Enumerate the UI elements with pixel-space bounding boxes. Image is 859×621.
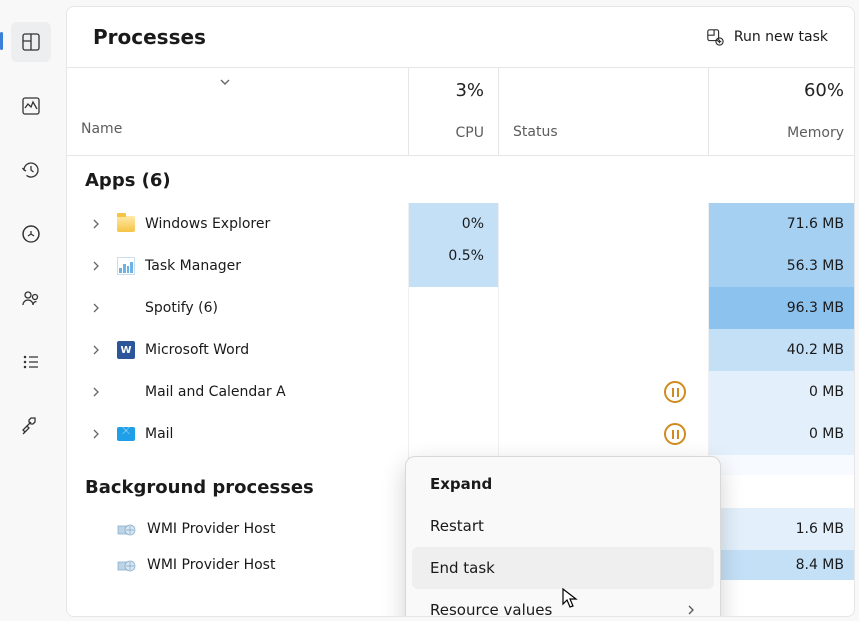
cpu-cell: 0.5% [409, 245, 499, 287]
history-icon [21, 160, 41, 180]
chevron-right-icon [687, 604, 696, 616]
memory-cell: 0 MB [709, 413, 854, 455]
run-task-icon [706, 28, 724, 46]
chevron-down-icon [219, 78, 231, 86]
process-row[interactable]: Mail and Calendar A 0 MB [67, 371, 854, 413]
process-row[interactable]: Spotify (6) 96.3 MB [67, 287, 854, 329]
cpu-total: 3% [423, 80, 484, 101]
users-icon [21, 288, 41, 308]
memory-cell: 8.4 MB [709, 550, 854, 580]
process-name: Task Manager [145, 258, 241, 274]
column-cpu[interactable]: 3% CPU [409, 68, 499, 155]
service-icon [117, 556, 137, 574]
column-memory-label: Memory [723, 125, 844, 141]
process-name: Spotify (6) [145, 300, 218, 316]
process-row[interactable]: Mail 0 MB [67, 413, 854, 455]
context-menu: Expand Restart End task Resource values … [405, 456, 721, 616]
sidebar-item-services[interactable] [11, 406, 51, 446]
page-title: Processes [93, 25, 206, 49]
process-name: Mail and Calendar A [145, 384, 286, 400]
sidebar-item-history[interactable] [11, 150, 51, 190]
column-name-label: Name [81, 121, 394, 137]
context-end-task[interactable]: End task [412, 547, 714, 589]
group-apps: Apps (6) [67, 156, 854, 203]
run-task-label: Run new task [734, 29, 828, 45]
cpu-cell [409, 287, 499, 329]
processes-icon [21, 32, 41, 52]
process-name: WMI Provider Host [147, 557, 275, 573]
folder-icon [117, 215, 135, 233]
process-row[interactable]: Windows Explorer 0% 71.6 MB [67, 203, 854, 245]
status-cell [499, 413, 709, 455]
pause-icon [664, 423, 686, 445]
chevron-right-icon[interactable] [85, 261, 107, 271]
memory-total: 60% [723, 80, 844, 101]
performance-icon [21, 96, 41, 116]
column-status[interactable]: Status [499, 68, 709, 155]
process-list: Apps (6) Windows Explorer 0% 71.6 MB Tas… [67, 156, 854, 616]
status-cell [499, 329, 709, 371]
blank-icon [117, 383, 135, 401]
context-restart[interactable]: Restart [412, 505, 714, 547]
blank-icon [117, 299, 135, 317]
startup-icon [21, 224, 41, 244]
header: Processes Run new task [67, 7, 854, 68]
sidebar-item-users[interactable] [11, 278, 51, 318]
memory-cell: 1.6 MB [709, 508, 854, 550]
column-headers: Name 3% CPU Status 60% Memory [67, 68, 854, 156]
word-icon: W [117, 341, 135, 359]
chevron-right-icon[interactable] [85, 345, 107, 355]
details-icon [21, 352, 41, 372]
process-row[interactable]: W Microsoft Word 40.2 MB [67, 329, 854, 371]
sidebar-item-processes[interactable] [11, 22, 51, 62]
status-cell [499, 203, 709, 245]
context-resource-values[interactable]: Resource values [412, 589, 714, 616]
column-cpu-label: CPU [423, 125, 484, 141]
cpu-cell [409, 371, 499, 413]
chevron-right-icon[interactable] [85, 303, 107, 313]
sidebar [0, 0, 62, 621]
memory-cell: 0 MB [709, 371, 854, 413]
column-memory[interactable]: 60% Memory [709, 68, 855, 155]
status-cell [499, 371, 709, 413]
mail-icon [117, 425, 135, 443]
sidebar-item-performance[interactable] [11, 86, 51, 126]
pause-icon [664, 381, 686, 403]
cpu-cell [409, 329, 499, 371]
cpu-cell [409, 413, 499, 455]
process-name: WMI Provider Host [147, 521, 275, 537]
sidebar-item-details[interactable] [11, 342, 51, 382]
memory-cell: 96.3 MB [709, 287, 854, 329]
context-expand[interactable]: Expand [412, 463, 714, 505]
memory-cell: 71.6 MB [709, 203, 854, 245]
chevron-right-icon[interactable] [85, 219, 107, 229]
status-cell [499, 287, 709, 329]
cpu-cell: 0% [409, 203, 499, 245]
process-name: Microsoft Word [145, 342, 249, 358]
status-cell [499, 245, 709, 287]
column-status-label: Status [513, 80, 694, 140]
sidebar-item-startup[interactable] [11, 214, 51, 254]
memory-cell: 40.2 MB [709, 329, 854, 371]
memory-cell: 56.3 MB [709, 245, 854, 287]
main-panel: Processes Run new task Name 3% CPU Statu… [66, 6, 855, 617]
column-name[interactable]: Name [67, 68, 409, 155]
chevron-right-icon[interactable] [85, 429, 107, 439]
run-new-task-button[interactable]: Run new task [706, 28, 828, 46]
service-icon [117, 520, 137, 538]
process-row[interactable]: Task Manager 0.5% 56.3 MB [67, 245, 854, 287]
chart-icon [117, 257, 135, 275]
process-name: Windows Explorer [145, 216, 270, 232]
services-icon [21, 416, 41, 436]
process-name: Mail [145, 426, 173, 442]
chevron-right-icon[interactable] [85, 387, 107, 397]
